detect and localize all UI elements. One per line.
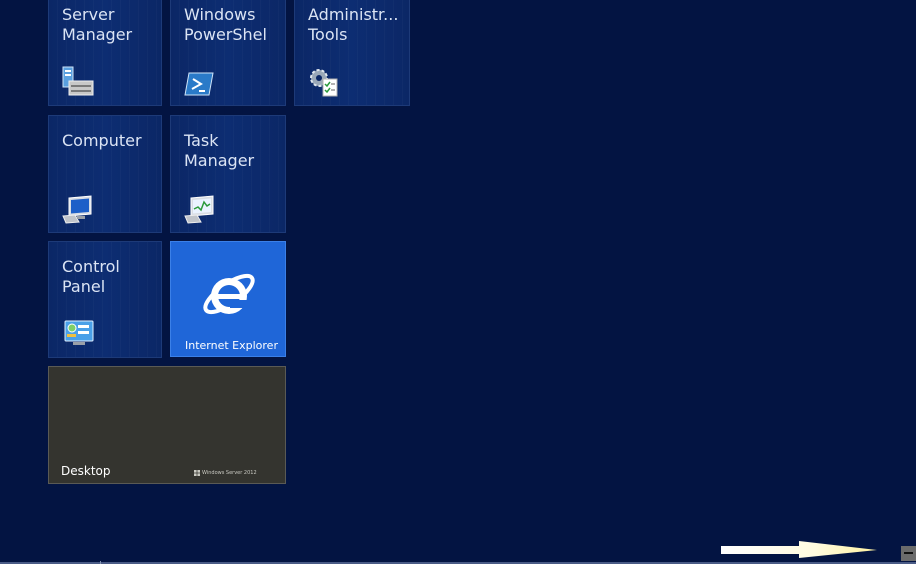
tile-control-panel[interactable]: Control Panel (48, 241, 162, 358)
admin-tools-icon (310, 69, 338, 97)
tile-label: Administr... Tools (308, 5, 399, 44)
tile-windows-powershell[interactable]: Windows PowerShel (170, 0, 286, 106)
tile-label: Computer (62, 131, 142, 150)
windows-server-brand: Windows Server 2012 (194, 470, 257, 476)
tile-label: Control Panel (62, 257, 120, 296)
tile-label: Desktop (61, 464, 111, 478)
zoom-out-button[interactable] (901, 546, 916, 561)
tile-desktop[interactable]: Desktop Windows Server 2012 (48, 366, 286, 484)
server-manager-icon (62, 66, 94, 96)
powershell-icon (184, 72, 214, 96)
tile-server-manager[interactable]: Server Manager (48, 0, 162, 106)
tile-label: Internet Explorer (185, 339, 278, 352)
computer-icon (62, 195, 92, 224)
minus-icon (904, 552, 913, 554)
tile-label: Windows PowerShel (184, 5, 267, 44)
tile-label: Task Manager (184, 131, 255, 170)
brand-text: Windows Server 2012 (202, 470, 257, 476)
control-panel-icon (64, 320, 94, 345)
tile-administrative-tools[interactable]: Administr... Tools (294, 0, 410, 106)
tile-computer[interactable]: Computer (48, 115, 162, 233)
tile-internet-explorer[interactable]: Internet Explorer (170, 241, 286, 357)
windows-logo-icon (194, 470, 200, 476)
right-arrow-icon[interactable] (721, 540, 877, 562)
tile-label: Server Manager (62, 5, 133, 44)
internet-explorer-icon (203, 273, 255, 315)
task-manager-icon (184, 195, 214, 224)
tile-task-manager[interactable]: Task Manager (170, 115, 286, 233)
